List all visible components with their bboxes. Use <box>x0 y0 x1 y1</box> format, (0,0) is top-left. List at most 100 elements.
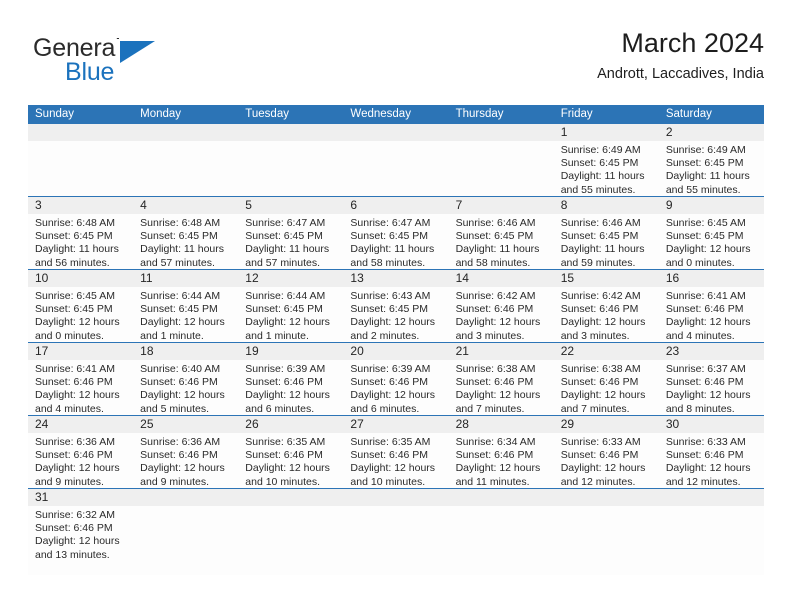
day-number: 17 <box>35 344 49 358</box>
general-blue-logo[interactable]: General Blue <box>33 34 253 90</box>
day-detail-line: Daylight: 12 hours <box>350 389 436 402</box>
day-detail-line: Sunrise: 6:45 AM <box>35 290 115 302</box>
day-detail-line: Daylight: 11 hours <box>350 243 435 256</box>
day-cell-11[interactable]: 11 Sunrise: 6:44 AM Sunset: 6:45 PM Dayligh… <box>133 270 238 342</box>
day-detail-line: and 8 minutes. <box>665 402 735 415</box>
day-cell-5[interactable]: 5 Sunrise: 6:47 AM Sunset: 6:45 PM Daylight… <box>238 197 343 269</box>
day-number: 7 <box>455 198 463 212</box>
day-detail-line: Sunrise: 6:39 AM <box>245 363 326 375</box>
day-cell-29[interactable]: 29 Sunrise: 6:33 AM Sunset: 6:46 PM Dayligh… <box>554 416 659 488</box>
day-number: 3 <box>35 198 42 212</box>
day-detail-line: and 0 minutes. <box>35 329 104 342</box>
day-cell-26[interactable]: 26 Sunrise: 6:35 AM Sunset: 6:46 PM Dayligh… <box>238 416 343 488</box>
day-cell-28[interactable]: 28 Sunrise: 6:34 AM Sunset: 6:46 PM Dayligh… <box>449 416 554 488</box>
day-cell-14[interactable]: 14 Sunrise: 6:42 AM Sunset: 6:46 PM Dayligh… <box>449 270 554 342</box>
day-cell-2[interactable]: 2 Sunrise: 6:49 AM Sunset: 6:45 PM Daylight… <box>659 124 764 196</box>
day-number: 11 <box>140 271 153 285</box>
day-detail-line: Sunset: 6:45 PM <box>350 230 429 243</box>
day-number: 13 <box>350 271 364 285</box>
day-details: Sunrise: 6:45 AM Sunset: 6:45 PM Daylight:… <box>666 217 764 270</box>
day-detail-line: Sunset: 6:45 PM <box>245 303 323 316</box>
day-details: Sunrise: 6:49 AM Sunset: 6:45 PM Daylight:… <box>666 144 764 197</box>
day-detail-line: Sunset: 6:46 PM <box>455 449 534 462</box>
day-detail-line: Daylight: 11 hours <box>665 170 750 183</box>
day-of-week-wednesday: Wednesday <box>350 108 411 120</box>
day-number <box>140 124 238 141</box>
day-detail-line: and 12 minutes. <box>665 475 741 488</box>
day-number <box>245 489 343 506</box>
day-detail-line: Sunset: 6:46 PM <box>455 303 534 316</box>
week-cells: 1 Sunrise: 6:49 AM Sunset: 6:45 PM Daylight… <box>28 124 764 196</box>
day-detail-line: Sunset: 6:46 PM <box>140 376 218 389</box>
day-cell-10[interactable]: 10 Sunrise: 6:45 AM Sunset: 6:45 PM Dayligh… <box>28 270 133 342</box>
day-detail-line: Sunrise: 6:36 AM <box>140 436 221 448</box>
day-cell-24[interactable]: 24 Sunrise: 6:36 AM Sunset: 6:46 PM Dayligh… <box>28 416 133 488</box>
day-cell-27[interactable]: 27 Sunrise: 6:35 AM Sunset: 6:46 PM Dayligh… <box>343 416 448 488</box>
day-detail-line: and 57 minutes. <box>245 256 320 269</box>
day-detail-line: Sunrise: 6:42 AM <box>560 290 641 302</box>
day-cell-1[interactable]: 1 Sunrise: 6:49 AM Sunset: 6:45 PM Daylight… <box>554 124 659 196</box>
day-number: 1 <box>560 125 568 139</box>
day-detail-line: and 7 minutes. <box>560 402 630 415</box>
day-detail-line: Daylight: 12 hours <box>140 389 225 402</box>
day-number: 28 <box>455 417 469 431</box>
day-detail-line: and 3 minutes. <box>455 329 525 342</box>
day-cell-empty <box>554 489 659 575</box>
day-detail-line: Daylight: 12 hours <box>245 389 330 402</box>
day-number: 5 <box>245 198 252 212</box>
day-detail-line: and 59 minutes. <box>560 256 636 269</box>
day-cell-9[interactable]: 9 Sunrise: 6:45 AM Sunset: 6:45 PM Daylight… <box>659 197 764 269</box>
day-cell-30[interactable]: 30 Sunrise: 6:33 AM Sunset: 6:46 PM Dayligh… <box>659 416 764 488</box>
calendar-week-row: 24 Sunrise: 6:36 AM Sunset: 6:46 PM Dayligh… <box>28 415 764 488</box>
day-details: Sunrise: 6:40 AM Sunset: 6:46 PM Daylight:… <box>140 363 238 416</box>
day-cell-20[interactable]: 20 Sunrise: 6:39 AM Sunset: 6:46 PM Dayligh… <box>343 343 448 415</box>
day-cell-7[interactable]: 7 Sunrise: 6:46 AM Sunset: 6:45 PM Daylight… <box>449 197 554 269</box>
day-detail-line: Sunrise: 6:48 AM <box>35 217 115 229</box>
day-cell-19[interactable]: 19 Sunrise: 6:39 AM Sunset: 6:46 PM Dayligh… <box>238 343 343 415</box>
day-detail-line: Daylight: 12 hours <box>455 389 541 402</box>
day-detail-line: Sunset: 6:45 PM <box>560 157 639 170</box>
day-cell-22[interactable]: 22 Sunrise: 6:38 AM Sunset: 6:46 PM Dayligh… <box>554 343 659 415</box>
day-cell-15[interactable]: 15 Sunrise: 6:42 AM Sunset: 6:46 PM Dayligh… <box>554 270 659 342</box>
day-detail-line: Sunset: 6:46 PM <box>350 376 429 389</box>
day-cell-empty <box>449 124 554 196</box>
day-detail-line: Sunrise: 6:38 AM <box>560 363 641 375</box>
day-cell-18[interactable]: 18 Sunrise: 6:40 AM Sunset: 6:46 PM Dayligh… <box>133 343 238 415</box>
day-cell-13[interactable]: 13 Sunrise: 6:43 AM Sunset: 6:45 PM Dayligh… <box>343 270 448 342</box>
day-detail-line: Sunrise: 6:33 AM <box>665 436 746 448</box>
day-details: Sunrise: 6:43 AM Sunset: 6:45 PM Daylight:… <box>350 290 448 343</box>
calendar-weeks: 1 Sunrise: 6:49 AM Sunset: 6:45 PM Daylight… <box>28 124 764 575</box>
day-detail-line: Sunset: 6:45 PM <box>245 230 323 243</box>
day-detail-line: and 12 minutes. <box>560 475 636 488</box>
day-detail-line: and 13 minutes. <box>35 548 110 561</box>
day-details: Sunrise: 6:41 AM Sunset: 6:46 PM Daylight:… <box>35 363 133 416</box>
day-cell-31[interactable]: 31 Sunrise: 6:32 AM Sunset: 6:46 PM Dayligh… <box>28 489 133 575</box>
day-of-week-thursday: Thursday <box>455 108 504 120</box>
day-number <box>456 489 554 506</box>
day-cell-12[interactable]: 12 Sunrise: 6:44 AM Sunset: 6:45 PM Dayligh… <box>238 270 343 342</box>
day-cell-empty <box>238 124 343 196</box>
day-number <box>35 124 133 141</box>
day-of-week-saturday: Saturday <box>665 108 712 120</box>
day-detail-line: Daylight: 12 hours <box>665 462 751 475</box>
day-detail-line: Sunrise: 6:47 AM <box>350 217 431 229</box>
day-detail-line: Daylight: 12 hours <box>140 316 225 329</box>
day-detail-line: and 56 minutes. <box>35 256 110 269</box>
day-detail-line: Sunrise: 6:45 AM <box>665 217 746 229</box>
day-detail-line: and 0 minutes. <box>665 256 735 269</box>
day-detail-line: Daylight: 11 hours <box>560 243 645 256</box>
day-cell-21[interactable]: 21 Sunrise: 6:38 AM Sunset: 6:46 PM Dayligh… <box>449 343 554 415</box>
week-cells: 24 Sunrise: 6:36 AM Sunset: 6:46 PM Dayligh… <box>28 416 764 488</box>
day-cell-4[interactable]: 4 Sunrise: 6:48 AM Sunset: 6:45 PM Daylight… <box>133 197 238 269</box>
day-detail-line: Sunset: 6:46 PM <box>35 376 113 389</box>
day-cell-8[interactable]: 8 Sunrise: 6:46 AM Sunset: 6:45 PM Daylight… <box>554 197 659 269</box>
day-detail-line: Sunrise: 6:33 AM <box>560 436 641 448</box>
day-number <box>561 489 659 506</box>
day-cell-23[interactable]: 23 Sunrise: 6:37 AM Sunset: 6:46 PM Dayligh… <box>659 343 764 415</box>
day-cell-6[interactable]: 6 Sunrise: 6:47 AM Sunset: 6:45 PM Daylight… <box>343 197 448 269</box>
day-cell-3[interactable]: 3 Sunrise: 6:48 AM Sunset: 6:45 PM Daylight… <box>28 197 133 269</box>
day-cell-25[interactable]: 25 Sunrise: 6:36 AM Sunset: 6:46 PM Dayligh… <box>133 416 238 488</box>
day-cell-16[interactable]: 16 Sunrise: 6:41 AM Sunset: 6:46 PM Dayligh… <box>659 270 764 342</box>
day-cell-17[interactable]: 17 Sunrise: 6:41 AM Sunset: 6:46 PM Dayligh… <box>28 343 133 415</box>
day-detail-line: and 2 minutes. <box>350 329 420 342</box>
